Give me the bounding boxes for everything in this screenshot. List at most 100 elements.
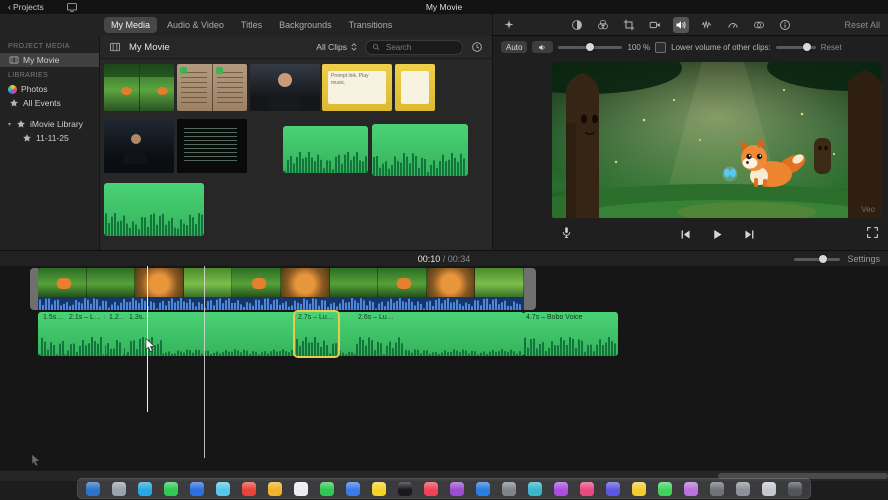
dock-app-icon[interactable] xyxy=(112,481,126,496)
tab-my-media[interactable]: My Media xyxy=(104,17,158,33)
media-clip-cartoon[interactable] xyxy=(104,64,174,111)
media-clip-person[interactable] xyxy=(250,64,320,111)
filmstrip-frame xyxy=(135,268,184,297)
slide-text xyxy=(401,71,429,104)
volume-icon[interactable] xyxy=(672,16,689,33)
media-clip-slide[interactable]: Prompt link. Play music. xyxy=(322,64,392,111)
all-clips-filter[interactable]: All Clips xyxy=(316,42,359,52)
sidebar-item-label: Photos xyxy=(21,84,48,94)
color-balance-icon[interactable] xyxy=(569,17,585,33)
dock-app-icon[interactable] xyxy=(242,481,256,496)
media-clip-terminal[interactable] xyxy=(177,119,247,173)
dock-app-icon[interactable] xyxy=(268,481,282,496)
tab-transitions[interactable]: Transitions xyxy=(342,17,400,33)
dock-app-icon[interactable] xyxy=(684,481,698,496)
dock-app-icon[interactable] xyxy=(86,481,100,496)
dock-app-icon[interactable] xyxy=(190,481,204,496)
dock-app-icon[interactable] xyxy=(294,481,308,496)
timeline-audio-clip[interactable]: 2.6s – Lu… xyxy=(355,312,405,356)
dock-app-icon[interactable] xyxy=(528,481,542,496)
dock-app-icon[interactable] xyxy=(320,481,334,496)
dock-app-icon[interactable] xyxy=(476,481,490,496)
fullscreen-icon[interactable] xyxy=(864,224,880,240)
dock-app-icon[interactable] xyxy=(632,481,646,496)
timeline-audio-clip[interactable]: 1.2… xyxy=(106,312,124,356)
timeline-audio-clip[interactable]: 2.7s – Lu… xyxy=(295,312,338,356)
step-forward-icon[interactable] xyxy=(741,226,757,242)
dock-app-icon[interactable] xyxy=(554,481,568,496)
speaker-button[interactable] xyxy=(532,41,554,53)
media-clip-slide[interactable] xyxy=(395,64,435,111)
updown-chevron-icon xyxy=(349,42,359,52)
clip-label: 1.3s… xyxy=(129,314,150,321)
sidebar-item-all-events[interactable]: All Events xyxy=(0,96,99,110)
timeline-zoom-slider[interactable] xyxy=(794,255,841,263)
sidebar-item-my-movie[interactable]: My Movie xyxy=(0,53,99,67)
dock-app-icon[interactable] xyxy=(138,481,152,496)
play-icon[interactable] xyxy=(709,226,725,242)
dock-app-icon[interactable] xyxy=(164,481,178,496)
dock-app-icon[interactable] xyxy=(606,481,620,496)
dock-app-icon[interactable] xyxy=(788,481,802,496)
ducking-slider[interactable] xyxy=(775,43,816,51)
stabilization-icon[interactable] xyxy=(647,17,663,33)
step-back-icon[interactable] xyxy=(677,226,693,242)
noise-reduction-icon[interactable] xyxy=(699,17,715,33)
media-clip-audio[interactable] xyxy=(283,126,368,173)
thumbnail-frame xyxy=(250,64,320,111)
dock-app-icon[interactable] xyxy=(502,481,516,496)
info-icon[interactable] xyxy=(777,17,793,33)
volume-controls: Auto 100 % Lower volume of other clips: … xyxy=(493,36,888,58)
search-input[interactable] xyxy=(384,41,457,53)
media-clip-audio[interactable] xyxy=(372,124,468,176)
dock-app-icon[interactable] xyxy=(580,481,594,496)
dock-app-icon[interactable] xyxy=(450,481,464,496)
lower-volume-checkbox[interactable] xyxy=(655,41,667,53)
media-clip-audio[interactable] xyxy=(104,183,204,236)
dock-app-icon[interactable] xyxy=(216,481,230,496)
dock-app-icon[interactable] xyxy=(346,481,360,496)
video-filmstrip xyxy=(38,268,524,297)
search-box[interactable] xyxy=(365,39,463,55)
dock-app-icon[interactable] xyxy=(762,481,776,496)
reset-all-button[interactable]: Reset All xyxy=(844,20,880,30)
timeline-audio-clip[interactable]: 1.5s… xyxy=(40,312,65,356)
sidebar-item-11-11-25[interactable]: 11-11-25 xyxy=(0,131,99,145)
tab-backgrounds[interactable]: Backgrounds xyxy=(272,17,339,33)
effects-icon[interactable] xyxy=(751,17,767,33)
trim-handle-right[interactable] xyxy=(524,268,536,310)
media-clip-document[interactable] xyxy=(177,64,247,111)
skimmer[interactable] xyxy=(204,266,205,458)
media-browser-title: My Movie xyxy=(129,41,170,53)
media-browser-header: My Movie All Clips xyxy=(100,36,492,59)
speed-icon[interactable] xyxy=(725,17,741,33)
sidebar-item-imovie-library[interactable]: ▾ iMovie Library xyxy=(0,117,99,131)
clock-icon[interactable] xyxy=(469,39,485,55)
dock-app-icon[interactable] xyxy=(372,481,386,496)
dock-app-icon[interactable] xyxy=(398,481,412,496)
reset-button[interactable]: Reset xyxy=(821,43,842,52)
disclosure-triangle-icon[interactable]: ▾ xyxy=(8,121,11,128)
crop-icon[interactable] xyxy=(621,17,637,33)
color-correction-icon[interactable] xyxy=(595,17,611,33)
dock-app-icon[interactable] xyxy=(424,481,438,496)
voiceover-mic-icon[interactable] xyxy=(558,224,574,240)
clip-volume-slider[interactable] xyxy=(558,43,623,51)
clip-view-icon[interactable] xyxy=(107,39,123,55)
auto-enhance-icon[interactable] xyxy=(501,17,517,33)
sidebar-item-photos[interactable]: Photos xyxy=(0,82,99,96)
tab-audio-video[interactable]: Audio & Video xyxy=(160,17,231,33)
auto-volume-button[interactable]: Auto xyxy=(501,41,528,53)
back-to-projects-button[interactable]: ‹ Projects xyxy=(8,2,44,12)
display-icon[interactable] xyxy=(64,0,80,15)
dock-app-icon[interactable] xyxy=(736,481,750,496)
trim-handle-left[interactable] xyxy=(30,268,38,310)
timeline-audio-clip[interactable]: 4.7s – Bobo Voice xyxy=(523,312,618,356)
settings-button[interactable]: Settings xyxy=(847,254,880,264)
dock-app-icon[interactable] xyxy=(658,481,672,496)
dock-app-icon[interactable] xyxy=(710,481,724,496)
tab-titles[interactable]: Titles xyxy=(234,17,269,33)
timeline-video-clip[interactable] xyxy=(38,268,524,310)
media-clip-person-dark[interactable] xyxy=(104,119,174,173)
timeline-audio-clip[interactable]: 2.1s – L… xyxy=(66,312,104,356)
